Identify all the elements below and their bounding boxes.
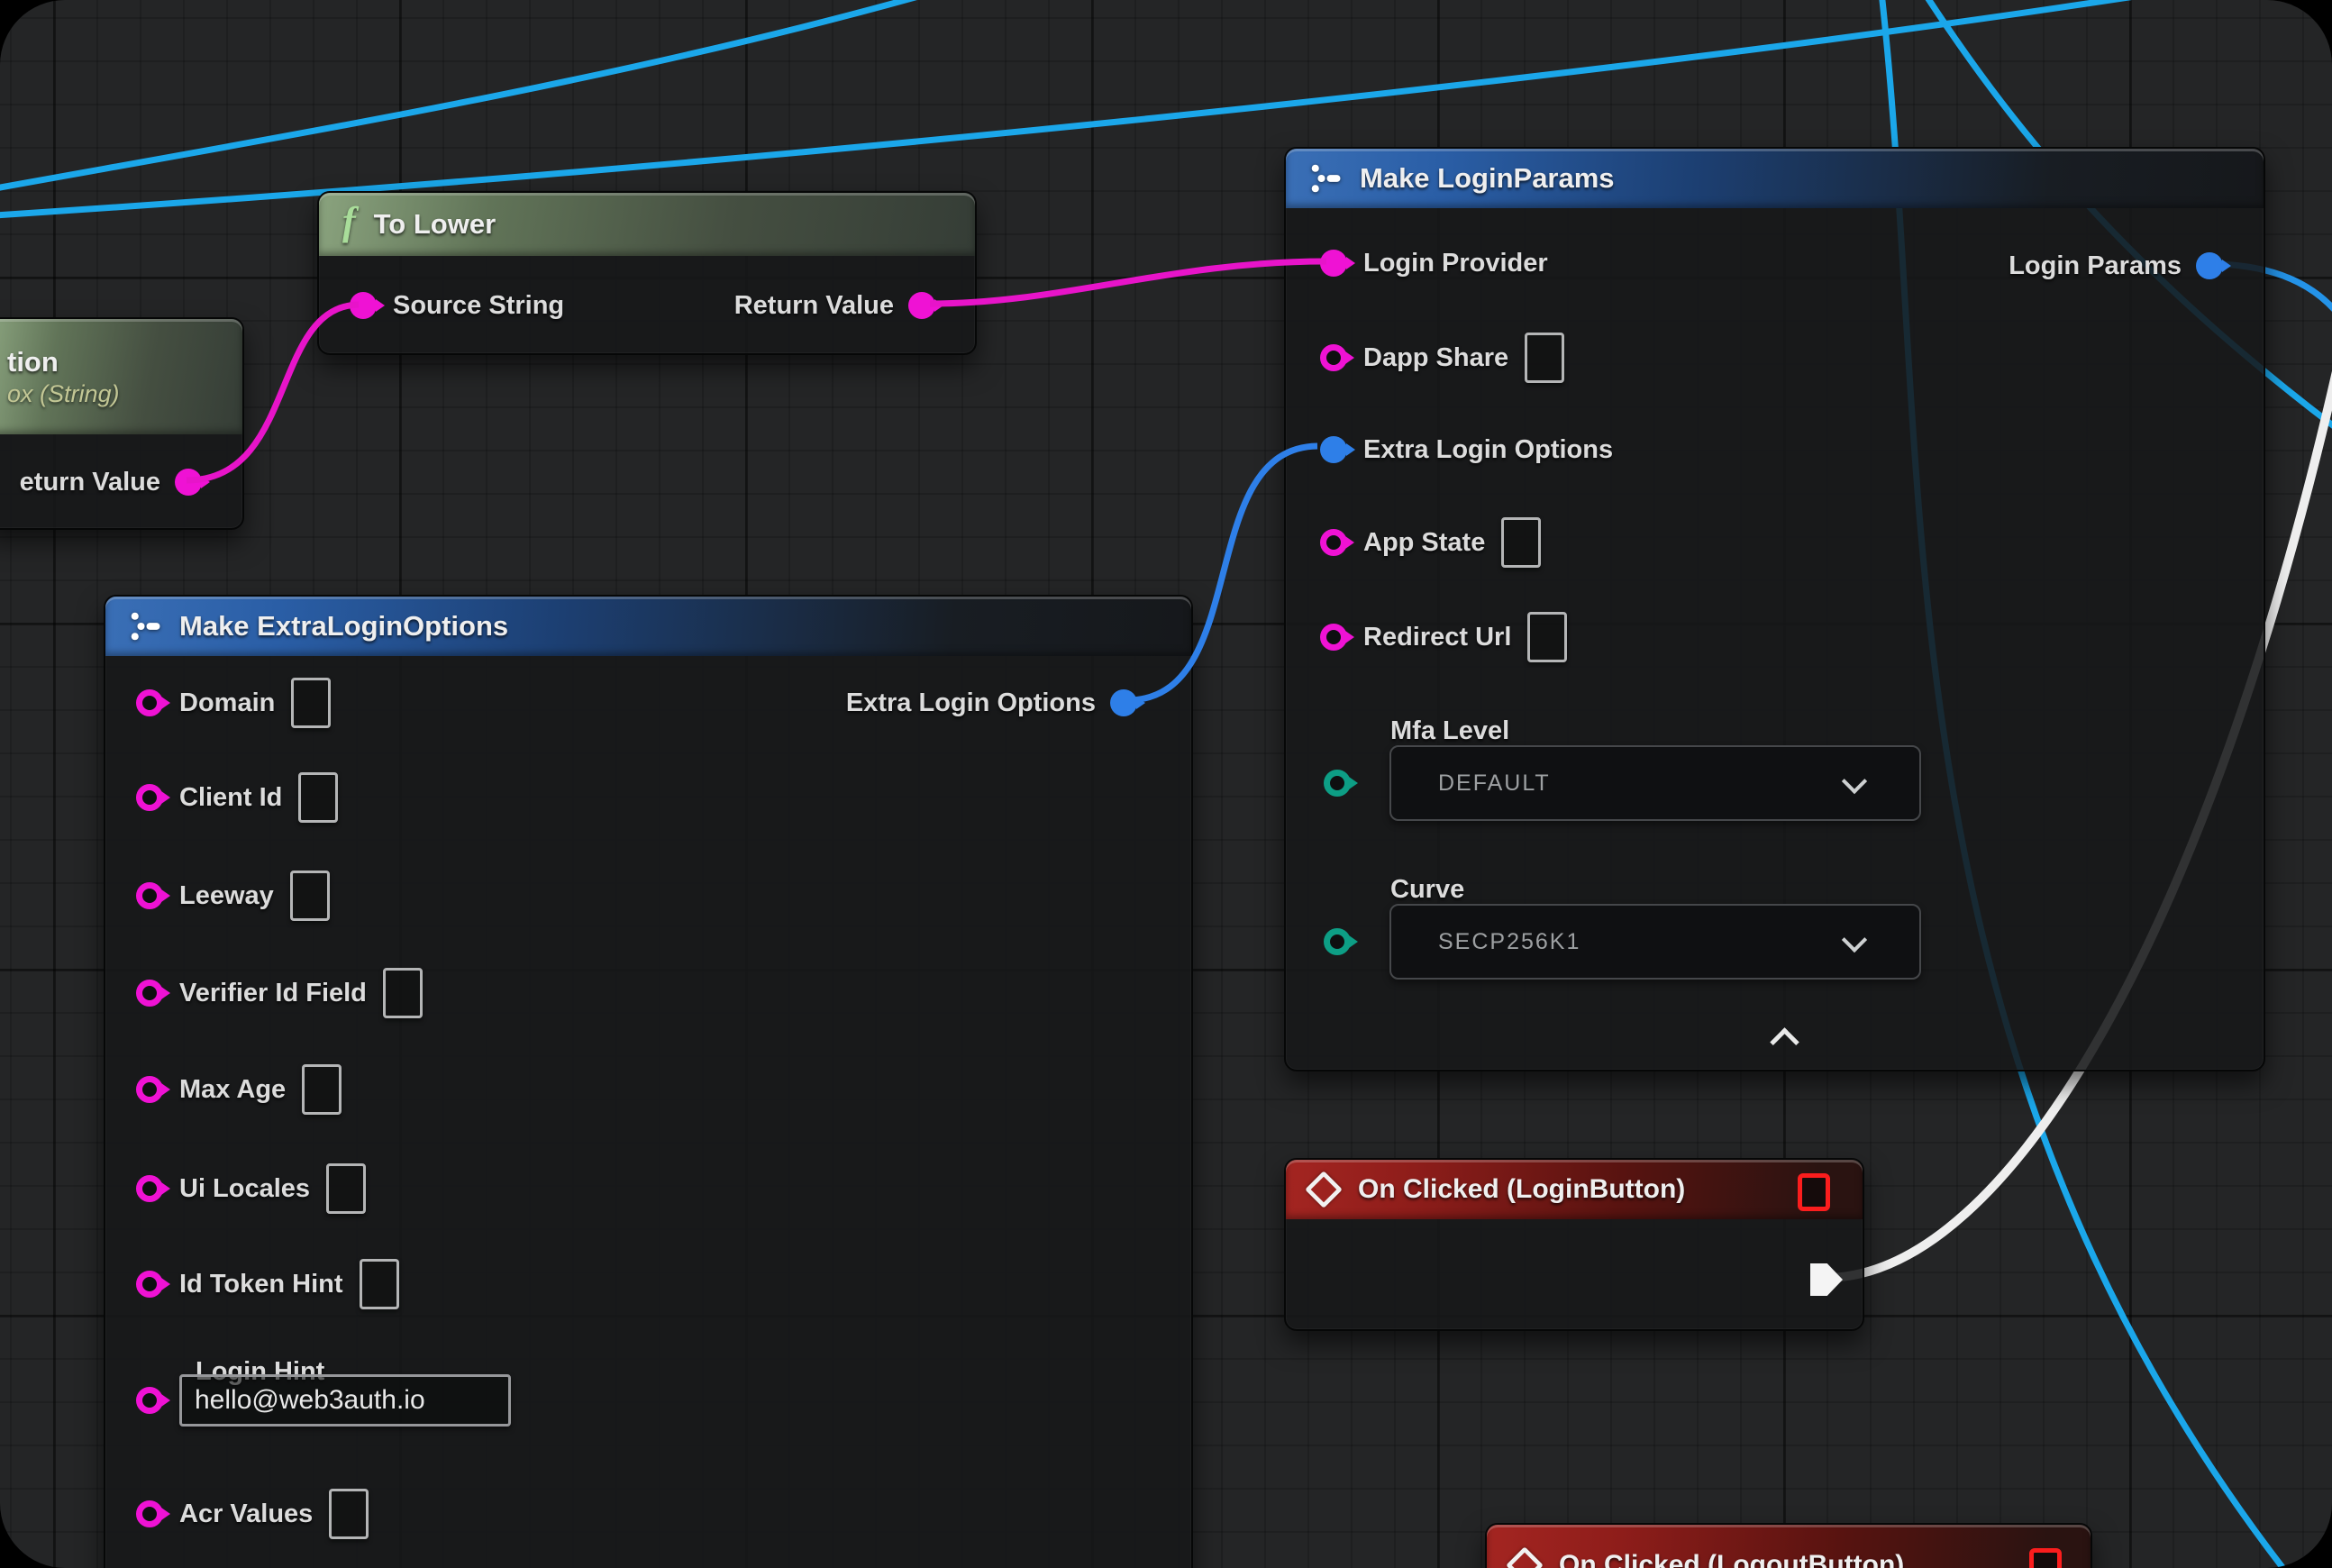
chevron-down-icon: [1842, 927, 1867, 953]
curve-label: Curve: [1390, 875, 1464, 905]
login-hint-pin[interactable]: [136, 1387, 163, 1414]
return-value-pin[interactable]: [908, 292, 935, 319]
acr-values-pin[interactable]: [136, 1500, 163, 1527]
verifier-id-field-label: Verifier Id Field: [179, 979, 367, 1008]
acr-values-label: Acr Values: [179, 1500, 313, 1529]
extra-login-options-in-label: Extra Login Options: [1363, 435, 1613, 465]
domain-label: Domain: [179, 688, 275, 718]
id-token-hint-label: Id Token Hint: [179, 1270, 343, 1299]
mfa-level-pin[interactable]: [1324, 770, 1351, 797]
chevron-down-icon: [1842, 769, 1867, 794]
max-age-pin[interactable]: [136, 1076, 163, 1103]
mfa-level-value: DEFAULT: [1438, 770, 1551, 797]
event-diamond-icon: [1506, 1546, 1544, 1568]
wire-blue-diagonal-1: [0, 0, 975, 191]
ui-locales-pin[interactable]: [136, 1175, 163, 1202]
return-value-label: Return Value: [734, 291, 894, 321]
node-on-clicked-logout-button[interactable]: On Clicked (LogoutButton): [1485, 1523, 2092, 1568]
getter-return-value-label: eturn Value: [20, 468, 160, 497]
delegate-pin[interactable]: [2029, 1548, 2062, 1568]
node-make-extra-login-options[interactable]: Make ExtraLoginOptions Domain Extra Logi…: [104, 595, 1193, 1568]
domain-pin[interactable]: [136, 689, 163, 716]
node-text-getter-partial[interactable]: tion ox (String) eturn Value: [0, 317, 244, 530]
login-provider-label: Login Provider: [1363, 249, 1548, 278]
on-clicked-login-title: On Clicked (LoginButton): [1358, 1174, 1685, 1205]
login-provider-pin[interactable]: [1320, 250, 1347, 277]
extra-login-options-out-pin[interactable]: [1110, 689, 1137, 716]
redirect-url-value-box[interactable]: [1527, 612, 1567, 662]
blueprint-canvas[interactable]: tion ox (String) eturn Value f To Lower …: [0, 0, 2332, 1568]
exec-out-pin[interactable]: [1810, 1263, 1843, 1296]
curve-pin[interactable]: [1324, 928, 1351, 955]
node-on-clicked-login-button[interactable]: On Clicked (LoginButton): [1284, 1158, 1864, 1331]
id-token-hint-pin[interactable]: [136, 1271, 163, 1298]
node-make-login-params[interactable]: Make LoginParams Login Provider Login Pa…: [1284, 147, 2265, 1071]
verifier-id-field-pin[interactable]: [136, 980, 163, 1007]
delegate-pin[interactable]: [1798, 1173, 1830, 1211]
login-params-out-label: Login Params: [2009, 251, 2182, 281]
on-clicked-logout-title: On Clicked (LogoutButton): [1559, 1550, 1904, 1568]
getter-return-value-pin[interactable]: [175, 469, 202, 496]
make-struct-icon: [1309, 162, 1342, 195]
ui-locales-label: Ui Locales: [179, 1174, 310, 1204]
dapp-share-label: Dapp Share: [1363, 343, 1508, 373]
max-age-label: Max Age: [179, 1075, 286, 1105]
extra-login-options-out-label: Extra Login Options: [846, 688, 1096, 718]
acr-values-value-box[interactable]: [329, 1489, 369, 1539]
login-hint-input[interactable]: hello@web3auth.io: [179, 1374, 511, 1427]
verifier-id-field-value-box[interactable]: [383, 968, 423, 1018]
function-icon: f: [342, 202, 356, 242]
node-to-lower[interactable]: f To Lower Source String Return Value: [317, 191, 977, 355]
make-extra-title: Make ExtraLoginOptions: [179, 610, 508, 643]
app-state-value-box[interactable]: [1501, 517, 1541, 568]
mfa-level-dropdown[interactable]: DEFAULT: [1389, 745, 1921, 821]
id-token-hint-value-box[interactable]: [360, 1259, 399, 1309]
login-params-out-pin[interactable]: [2196, 252, 2223, 279]
getter-title: tion: [7, 346, 59, 378]
domain-value-box[interactable]: [291, 678, 331, 728]
event-diamond-icon: [1305, 1171, 1343, 1208]
source-string-label: Source String: [393, 291, 564, 321]
extra-login-options-in-pin[interactable]: [1320, 436, 1347, 463]
ui-locales-value-box[interactable]: [326, 1163, 366, 1214]
client-id-value-box[interactable]: [298, 772, 338, 823]
curve-value: SECP256K1: [1438, 929, 1580, 955]
max-age-value-box[interactable]: [302, 1064, 342, 1115]
curve-dropdown[interactable]: SECP256K1: [1389, 904, 1921, 980]
source-string-pin[interactable]: [350, 292, 377, 319]
client-id-label: Client Id: [179, 783, 282, 813]
to-lower-title: To Lower: [374, 208, 496, 241]
leeway-pin[interactable]: [136, 882, 163, 909]
dapp-share-value-box[interactable]: [1525, 333, 1564, 383]
redirect-url-pin[interactable]: [1320, 624, 1347, 651]
dapp-share-pin[interactable]: [1320, 344, 1347, 371]
make-struct-icon: [129, 610, 161, 643]
leeway-label: Leeway: [179, 881, 274, 911]
make-login-params-title: Make LoginParams: [1360, 162, 1615, 195]
app-state-pin[interactable]: [1320, 529, 1347, 556]
client-id-pin[interactable]: [136, 784, 163, 811]
app-state-label: App State: [1363, 528, 1485, 558]
mfa-level-label: Mfa Level: [1390, 716, 1509, 746]
getter-subtitle: ox (String): [7, 380, 120, 408]
collapse-node-chevron-icon[interactable]: [1770, 1027, 1799, 1057]
leeway-value-box[interactable]: [290, 871, 330, 921]
redirect-url-label: Redirect Url: [1363, 623, 1511, 652]
wire-return-value-to-login-provider: [930, 261, 1326, 304]
